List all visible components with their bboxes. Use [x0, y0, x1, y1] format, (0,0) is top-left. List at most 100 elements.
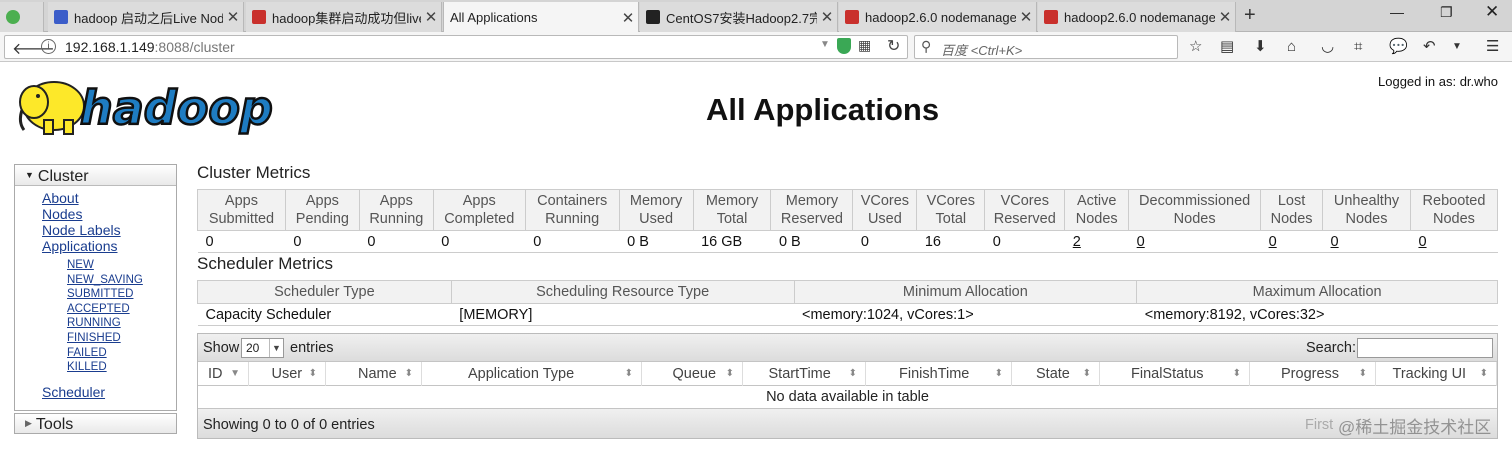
metric-header-line: Reserved: [780, 211, 843, 227]
metric-header-line: VCores: [926, 193, 975, 209]
sidebar-state-running[interactable]: RUNNING: [67, 317, 121, 329]
qr-code-icon[interactable]: ▦: [858, 37, 871, 54]
sidebar-link-about[interactable]: About: [42, 190, 79, 206]
close-tab-icon[interactable]: ✕: [1016, 8, 1036, 26]
page-size-select[interactable]: 20 ▼: [241, 338, 284, 358]
metric-link[interactable]: 0: [1418, 234, 1426, 250]
column-header[interactable]: FinishTime ⬍: [866, 362, 1012, 386]
sidebar-state-new-saving[interactable]: NEW_SAVING: [67, 274, 143, 286]
column-header[interactable]: Application Type ⬍: [422, 362, 642, 386]
browser-tab[interactable]: All Applications ✕: [443, 2, 639, 33]
browser-tab[interactable]: hadoop 启动之后Live Nod ✕: [48, 2, 244, 32]
column-header[interactable]: Queue ⬍: [642, 362, 743, 386]
metric-header: Containers Running: [524, 189, 620, 231]
shield-icon[interactable]: [837, 38, 851, 54]
hadoop-logo: hadoop: [18, 80, 274, 136]
pinned-tab[interactable]: [0, 2, 44, 32]
bookmark-star-icon[interactable]: ☆: [1189, 36, 1202, 58]
table-search-input[interactable]: [1357, 338, 1493, 358]
metric-header: VCores Total: [916, 189, 986, 231]
address-bar[interactable]: 🡐 i 192.168.1.149:8088/cluster ▼ ▦ ↻: [4, 35, 908, 59]
menu-icon[interactable]: ☰: [1486, 36, 1499, 58]
sidebar-state-submitted[interactable]: SUBMITTED: [67, 288, 133, 300]
sort-icon: ▼: [230, 368, 240, 379]
close-tab-icon[interactable]: ✕: [618, 9, 638, 27]
metric-header-line: Memory: [629, 193, 683, 209]
sidebar-state-killed[interactable]: KILLED: [67, 361, 107, 373]
sort-icon: ⬍: [624, 368, 633, 379]
column-header[interactable]: State ⬍: [1012, 362, 1100, 386]
tab-title: CentOS7安装Hadoop2.7完: [666, 10, 817, 26]
metric-header: Unhealthy Nodes: [1322, 189, 1411, 231]
sidebar-state-new[interactable]: NEW: [67, 259, 94, 271]
sort-icon: ⬍: [848, 368, 857, 379]
new-tab-button[interactable]: +: [1244, 4, 1256, 27]
cluster-section-header[interactable]: ▼ Cluster: [15, 165, 176, 186]
download-icon[interactable]: ⬇: [1254, 36, 1267, 58]
screenshot-icon[interactable]: ⌗: [1354, 36, 1362, 58]
metric-header: Active Nodes: [1064, 189, 1130, 231]
column-header[interactable]: ID ▼: [198, 362, 249, 386]
metric-link[interactable]: 0: [1331, 234, 1339, 250]
home-icon[interactable]: ⌂: [1287, 36, 1296, 58]
close-window-icon[interactable]: ✕: [1485, 2, 1499, 22]
browser-tab[interactable]: CentOS7安装Hadoop2.7完 ✕: [640, 2, 838, 32]
table-footer: Showing 0 to 0 of 0 entries First: [198, 408, 1497, 438]
restore-icon[interactable]: ❐: [1440, 4, 1453, 21]
metric-link[interactable]: 2: [1073, 234, 1081, 250]
metric-header-line: Total: [716, 211, 748, 227]
reading-list-icon[interactable]: ▤: [1220, 36, 1234, 58]
sidebar-link-scheduler[interactable]: Scheduler: [42, 384, 105, 400]
metric-header: Memory Reserved: [770, 189, 854, 231]
browser-tab[interactable]: hadoop2.6.0 nodemanage ✕: [1038, 2, 1236, 32]
undo-icon[interactable]: ↶: [1423, 36, 1436, 58]
column-label: User: [271, 366, 303, 382]
favicon-icon: [252, 10, 266, 24]
column-header[interactable]: Progress ⬍: [1250, 362, 1376, 386]
metric-header-line: VCores: [860, 193, 910, 209]
svg-text:hadoop: hadoop: [80, 81, 273, 135]
favicon-icon: [646, 10, 660, 24]
metric-link[interactable]: 0: [1269, 234, 1277, 250]
column-header[interactable]: User ⬍: [249, 362, 326, 386]
metric-header-line: Nodes: [1345, 211, 1388, 227]
browser-tab[interactable]: hadoop2.6.0 nodemanage ✕: [839, 2, 1037, 32]
column-header[interactable]: StartTime ⬍: [743, 362, 866, 386]
chat-icon[interactable]: 💬: [1389, 36, 1408, 58]
column-header[interactable]: FinalStatus ⬍: [1100, 362, 1250, 386]
close-tab-icon[interactable]: ✕: [1215, 8, 1235, 26]
sort-icon: ⬍: [1232, 368, 1241, 379]
column-header[interactable]: Tracking UI ⬍: [1376, 362, 1497, 386]
sidebar-link-node-labels[interactable]: Node Labels: [42, 222, 121, 238]
pagination-first[interactable]: First: [1305, 417, 1333, 433]
scheduler-value: <memory:1024, vCores:1>: [794, 303, 1137, 326]
sidebar-link-nodes[interactable]: Nodes: [42, 206, 82, 222]
dropdown-arrow-icon[interactable]: ▼: [820, 39, 830, 50]
undo-dropdown-icon[interactable]: ▼: [1452, 36, 1462, 58]
cluster-metrics-table: Apps Submitted Apps Pending Apps Running Apps C…: [197, 189, 1499, 253]
column-label: Queue: [672, 366, 717, 382]
browser-tab[interactable]: hadoop集群启动成功但live ✕: [246, 2, 442, 32]
tab-title: All Applications: [450, 10, 538, 25]
sidebar-state-accepted[interactable]: ACCEPTED: [67, 303, 130, 315]
close-tab-icon[interactable]: ✕: [421, 8, 441, 26]
sort-icon: ⬍: [994, 368, 1003, 379]
pocket-icon[interactable]: ◡: [1321, 36, 1334, 58]
tab-title: hadoop2.6.0 nodemanage: [865, 9, 1016, 25]
close-tab-icon[interactable]: ✕: [223, 8, 243, 26]
reload-icon[interactable]: ↻: [887, 36, 900, 56]
metric-link[interactable]: 0: [1137, 234, 1145, 250]
info-icon[interactable]: i: [41, 39, 56, 54]
sidebar-link-applications[interactable]: Applications: [42, 238, 118, 254]
minimize-icon[interactable]: —: [1390, 4, 1404, 20]
sidebar-state-failed[interactable]: FAILED: [67, 347, 107, 359]
sort-icon: ⬍: [725, 368, 734, 379]
favicon-icon: [1044, 10, 1058, 24]
metric-header-line: Running: [369, 211, 424, 227]
tools-section-header[interactable]: ▶ Tools: [14, 413, 177, 434]
sidebar-state-finished[interactable]: FINISHED: [67, 332, 121, 344]
search-bar[interactable]: ⚲ 百度 <Ctrl+K>: [914, 35, 1178, 59]
column-header[interactable]: Name ⬍: [326, 362, 422, 386]
close-tab-icon[interactable]: ✕: [817, 8, 837, 26]
column-label: State: [1036, 366, 1070, 382]
